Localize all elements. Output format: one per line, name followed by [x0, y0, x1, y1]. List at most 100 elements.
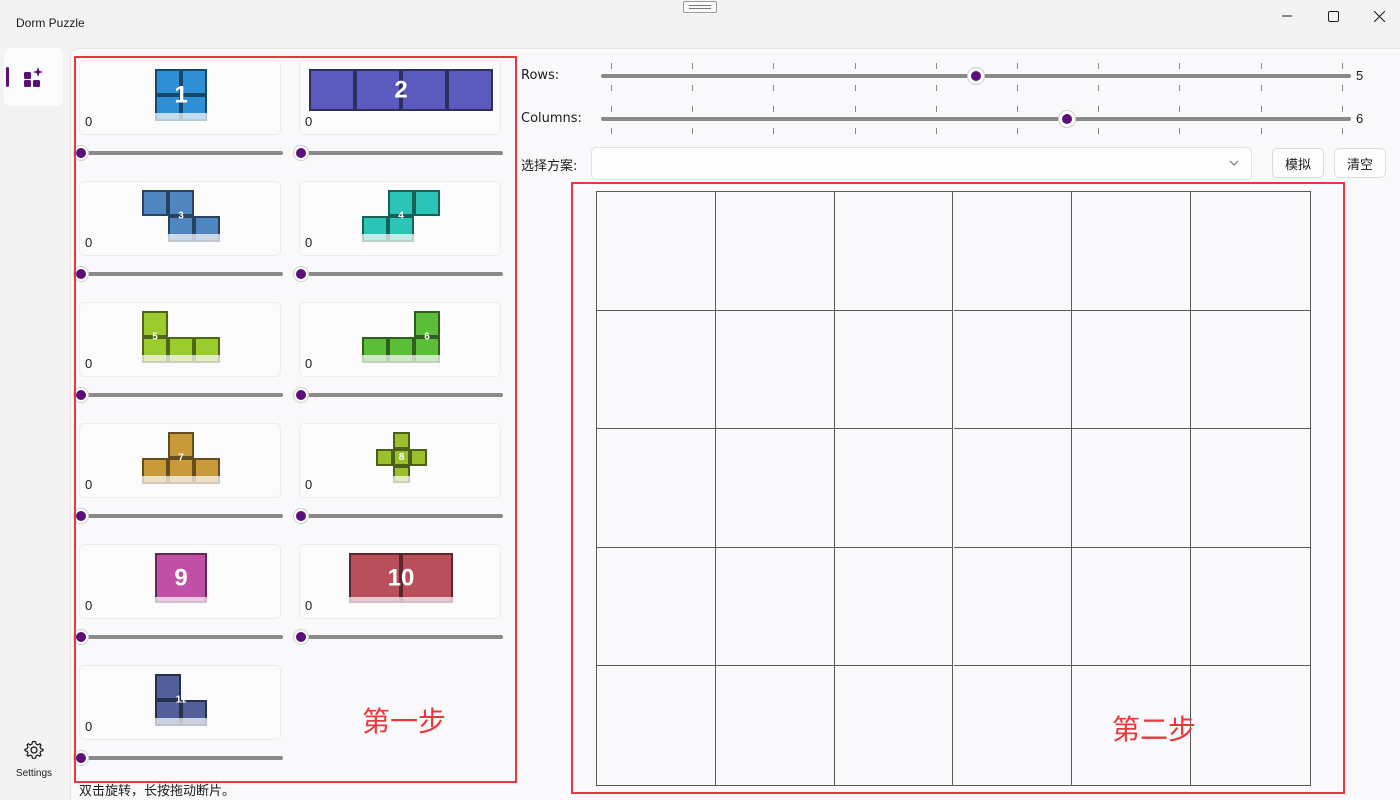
board-cell[interactable]: [715, 310, 835, 430]
piece-count-slider-8[interactable]: [294, 509, 503, 523]
piece-count-slider-4[interactable]: [294, 267, 503, 281]
piece-count-slider-3[interactable]: [74, 267, 283, 281]
piece-count-slider-11[interactable]: [74, 751, 283, 765]
piece-card-6[interactable]: 60: [299, 302, 501, 377]
board-cell[interactable]: [835, 666, 954, 785]
piece-count-slider-10[interactable]: [294, 630, 503, 644]
minimize-button[interactable]: [1264, 0, 1310, 32]
piece-count-slider-6[interactable]: [294, 388, 503, 402]
board-cell[interactable]: [597, 666, 716, 785]
board-cell[interactable]: [1072, 429, 1192, 548]
slider-track: [77, 272, 283, 276]
board-cell[interactable]: [954, 666, 1073, 785]
board-cell[interactable]: [716, 666, 835, 785]
slider-thumb[interactable]: [74, 146, 88, 160]
board-cell[interactable]: [1191, 311, 1310, 430]
columns-slider[interactable]: [601, 104, 1351, 134]
board-cell[interactable]: [953, 310, 1073, 430]
board-cell[interactable]: [953, 547, 1073, 667]
piece-3-fade: [80, 234, 280, 255]
piece-3-shape[interactable]: 3: [80, 182, 281, 256]
drag-handle-icon[interactable]: [683, 1, 717, 13]
piece-count-slider-5[interactable]: [74, 388, 283, 402]
piece-9-fade: [80, 597, 280, 618]
piece-card-4[interactable]: 40: [299, 181, 501, 256]
slider-thumb[interactable]: [294, 509, 308, 523]
scheme-combobox[interactable]: [591, 147, 1252, 180]
rows-slider[interactable]: [601, 61, 1351, 91]
board-cell[interactable]: [597, 429, 716, 548]
simulate-button[interactable]: 模拟: [1272, 148, 1324, 178]
piece-5-shape[interactable]: 5: [80, 303, 281, 377]
piece-11-shape[interactable]: 11: [80, 666, 281, 740]
puzzle-board[interactable]: [596, 191, 1311, 786]
piece-6-shape[interactable]: 6: [300, 303, 501, 377]
board-cell[interactable]: [1072, 192, 1192, 311]
slider-thumb[interactable]: [294, 388, 308, 402]
piece-10-shape[interactable]: 10: [300, 545, 501, 619]
board-cell[interactable]: [597, 547, 716, 667]
piece-7-shape[interactable]: 7: [80, 424, 281, 498]
slider-thumb[interactable]: [294, 267, 308, 281]
piece-6-fade: [300, 355, 500, 376]
board-cell[interactable]: [834, 192, 954, 311]
piece-card-1[interactable]: 10: [79, 60, 281, 135]
piece-card-3[interactable]: 30: [79, 181, 281, 256]
piece-8-shape[interactable]: 8: [300, 424, 501, 498]
piece-card-7[interactable]: 70: [79, 423, 281, 498]
board-cell[interactable]: [715, 429, 835, 548]
slider-thumb[interactable]: [1059, 111, 1075, 127]
board-cell[interactable]: [834, 547, 954, 667]
piece-1-shape[interactable]: 1: [80, 61, 281, 135]
slider-thumb[interactable]: [74, 751, 88, 765]
clear-button[interactable]: 清空: [1334, 148, 1386, 178]
slider-tick: [1261, 85, 1262, 91]
board-cell[interactable]: [834, 310, 954, 430]
piece-9-shape[interactable]: 9: [80, 545, 281, 619]
slider-thumb[interactable]: [294, 146, 308, 160]
board-cell[interactable]: [715, 547, 835, 667]
piece-card-8[interactable]: 80: [299, 423, 501, 498]
nav-item-settings[interactable]: Settings: [8, 740, 60, 784]
board-cell[interactable]: [1072, 310, 1192, 430]
slider-thumb[interactable]: [74, 388, 88, 402]
slider-tick: [1017, 128, 1018, 134]
piece-4-shape[interactable]: 4: [300, 182, 501, 256]
piece-2-shape[interactable]: 2: [300, 61, 501, 135]
slider-thumb[interactable]: [74, 267, 88, 281]
rows-value: 5: [1356, 68, 1364, 83]
board-cell[interactable]: [953, 192, 1073, 311]
board-cell[interactable]: [834, 429, 954, 548]
piece-count-slider-7[interactable]: [74, 509, 283, 523]
board-cell[interactable]: [1191, 192, 1310, 311]
slider-thumb[interactable]: [968, 68, 984, 84]
board-cell[interactable]: [953, 429, 1073, 548]
board-cell[interactable]: [715, 192, 835, 311]
piece-card-5[interactable]: 50: [79, 302, 281, 377]
nav-item-home[interactable]: [4, 48, 63, 106]
piece-count-slider-9[interactable]: [74, 630, 283, 644]
piece-5-fade: [80, 355, 280, 376]
board-cell[interactable]: [597, 310, 716, 430]
slider-thumb[interactable]: [74, 630, 88, 644]
slider-thumb[interactable]: [74, 509, 88, 523]
board-cell[interactable]: [1072, 547, 1192, 667]
board-cell[interactable]: [597, 192, 716, 311]
piece-4-cell: [414, 190, 440, 216]
piece-card-11[interactable]: 11 0: [79, 665, 281, 740]
board-cell[interactable]: [1191, 429, 1310, 548]
piece-card-9[interactable]: 90: [79, 544, 281, 619]
piece-count-slider-2[interactable]: [294, 146, 503, 160]
piece-card-2[interactable]: 20: [299, 60, 501, 135]
piece-2-cell: [309, 69, 355, 111]
close-button[interactable]: [1356, 0, 1400, 32]
slider-thumb[interactable]: [294, 630, 308, 644]
piece-count-slider-1[interactable]: [74, 146, 283, 160]
board-cell[interactable]: [1191, 666, 1310, 785]
board-cell[interactable]: [1191, 548, 1310, 667]
piece-count: 0: [305, 477, 313, 492]
maximize-button[interactable]: [1310, 0, 1356, 32]
slider-tick: [1342, 85, 1343, 91]
slider-tick: [692, 85, 693, 91]
piece-card-10[interactable]: 10 0: [299, 544, 501, 619]
